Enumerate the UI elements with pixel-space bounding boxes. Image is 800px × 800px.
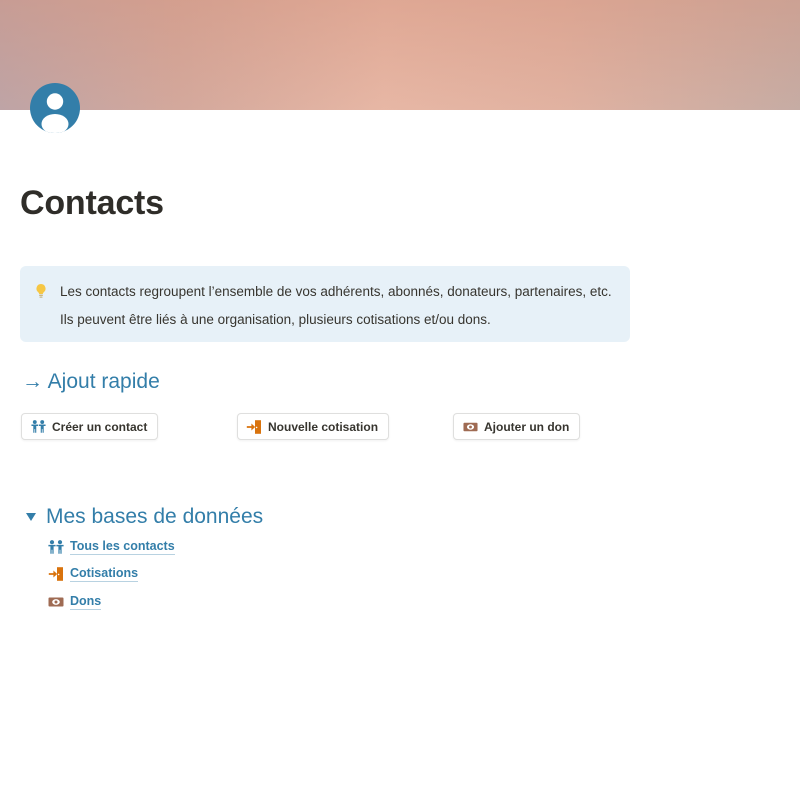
add-donation-button-label: Ajouter un don bbox=[484, 419, 570, 434]
banknote-icon bbox=[462, 419, 478, 435]
enter-door-icon bbox=[48, 566, 64, 582]
triangle-down-icon[interactable] bbox=[24, 510, 38, 524]
link-all-contacts-label: Tous les contacts bbox=[70, 538, 175, 555]
quick-add-column-2: Nouvelle cotisation bbox=[237, 413, 453, 440]
link-membership-fees-label: Cotisations bbox=[70, 566, 139, 583]
create-contact-button-label: Créer un contact bbox=[52, 419, 148, 434]
avatar-graphic bbox=[30, 83, 80, 133]
link-donations-label: Dons bbox=[70, 593, 102, 610]
avatar-head bbox=[46, 93, 64, 110]
add-donation-button[interactable]: Ajouter un don bbox=[453, 413, 581, 440]
databases-toggle: Mes bases de données bbox=[24, 502, 263, 532]
callout-text: Les contacts regroupent l’ensemble de vo… bbox=[60, 278, 612, 334]
person-avatar-icon[interactable] bbox=[30, 83, 80, 133]
link-donations[interactable]: Dons bbox=[48, 588, 175, 616]
enter-door-icon bbox=[246, 419, 262, 435]
quick-add-heading: → Ajout rapide bbox=[22, 370, 160, 393]
cover-image bbox=[0, 0, 800, 110]
link-membership-fees[interactable]: Cotisations bbox=[48, 561, 175, 589]
callout-text-line-2: Ils peuvent être liés à une organisation… bbox=[60, 312, 491, 327]
people-icon bbox=[30, 419, 46, 435]
databases-heading: Mes bases de données bbox=[46, 505, 264, 528]
quick-add-column-3: Ajouter un don bbox=[453, 413, 669, 440]
info-callout: Les contacts regroupent l’ensemble de vo… bbox=[20, 266, 630, 342]
new-membership-fee-button[interactable]: Nouvelle cotisation bbox=[237, 413, 390, 440]
quick-add-buttons: Créer un contact Nouvelle cotisation Ajo… bbox=[21, 413, 669, 440]
create-contact-button[interactable]: Créer un contact bbox=[21, 413, 159, 440]
callout-text-line-1: Les contacts regroupent l’ensemble de vo… bbox=[60, 284, 612, 299]
people-icon bbox=[48, 539, 64, 555]
databases-list: Tous les contacts Cotisations Dons bbox=[48, 533, 175, 616]
new-membership-fee-button-label: Nouvelle cotisation bbox=[268, 419, 379, 434]
lightbulb-icon bbox=[35, 283, 47, 299]
page-title[interactable]: Contacts bbox=[20, 183, 164, 223]
page: Contacts Les contacts regroupent l’ensem… bbox=[0, 0, 800, 800]
link-all-contacts[interactable]: Tous les contacts bbox=[48, 533, 175, 561]
quick-add-column-1: Créer un contact bbox=[21, 413, 237, 440]
banknote-icon bbox=[48, 594, 64, 610]
